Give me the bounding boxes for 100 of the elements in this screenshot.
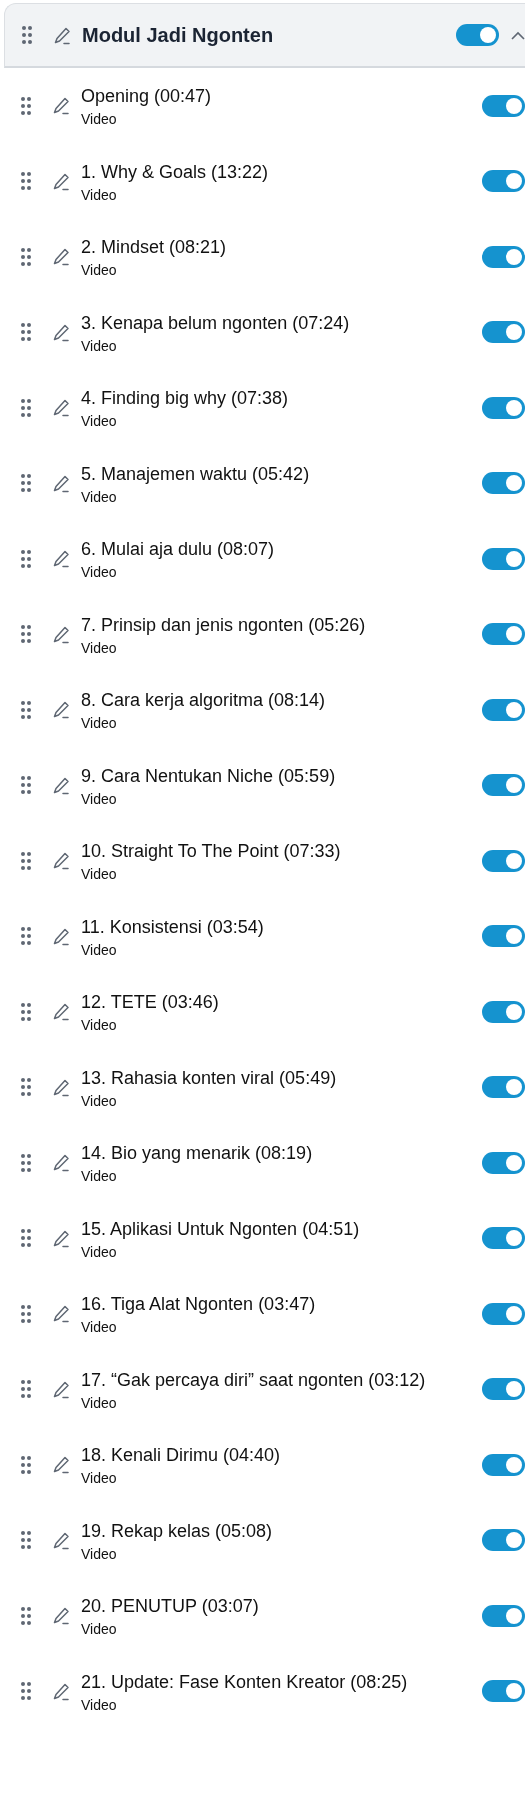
edit-icon[interactable] xyxy=(52,1455,71,1475)
toggle-switch[interactable] xyxy=(482,1151,525,1174)
drag-handle-icon[interactable] xyxy=(20,1001,32,1022)
toggle-switch[interactable] xyxy=(482,472,525,495)
lesson-type: Video xyxy=(81,487,118,506)
module-title: Modul Jadi Ngonten xyxy=(82,23,275,48)
drag-handle-icon[interactable] xyxy=(20,548,32,569)
edit-icon[interactable] xyxy=(52,1606,71,1626)
toggle-switch[interactable] xyxy=(482,1378,525,1401)
toggle-switch[interactable] xyxy=(482,925,525,948)
lesson-title: 9. Cara Nentukan Niche (05:59) xyxy=(81,764,337,788)
lesson-title: 19. Rekap kelas (05:08) xyxy=(81,1519,274,1543)
lesson-type: Video xyxy=(81,1091,118,1110)
toggle-switch[interactable] xyxy=(482,1604,525,1627)
edit-icon[interactable] xyxy=(52,1379,71,1399)
chevron-up-icon[interactable] xyxy=(511,30,525,40)
lesson-title: 15. Aplikasi Untuk Ngonten (04:51) xyxy=(81,1217,361,1241)
edit-icon[interactable] xyxy=(52,171,71,191)
lesson-type: Video xyxy=(81,1016,118,1035)
lesson-type: Video xyxy=(81,412,118,431)
toggle-switch[interactable] xyxy=(482,849,525,872)
edit-icon[interactable] xyxy=(53,25,72,45)
lesson-type: Video xyxy=(81,1242,118,1261)
toggle-switch[interactable] xyxy=(482,321,525,344)
edit-icon[interactable] xyxy=(52,96,71,116)
toggle-switch[interactable] xyxy=(456,24,499,46)
lesson-title: 2. Mindset (08:21) xyxy=(81,236,228,260)
drag-handle-icon[interactable] xyxy=(20,246,32,267)
toggle-switch[interactable] xyxy=(482,1302,525,1325)
lesson-title: 5. Manajemen waktu (05:42) xyxy=(81,462,311,486)
drag-handle-icon[interactable] xyxy=(21,25,33,45)
toggle-switch[interactable] xyxy=(482,698,525,721)
lesson-type: Video xyxy=(81,110,118,129)
edit-icon[interactable] xyxy=(52,322,71,342)
lesson-type: Video xyxy=(81,940,118,959)
drag-handle-icon[interactable] xyxy=(20,1303,32,1324)
drag-handle-icon[interactable] xyxy=(20,775,32,796)
drag-handle-icon[interactable] xyxy=(20,699,32,720)
edit-icon[interactable] xyxy=(52,473,71,493)
lesson-title: 7. Prinsip dan jenis ngonten (05:26) xyxy=(81,613,367,637)
edit-icon[interactable] xyxy=(52,851,71,871)
drag-handle-icon[interactable] xyxy=(20,1530,32,1551)
toggle-switch[interactable] xyxy=(482,1227,525,1250)
lesson-type: Video xyxy=(81,336,118,355)
drag-handle-icon[interactable] xyxy=(20,473,32,494)
toggle-switch[interactable] xyxy=(482,170,525,193)
toggle-switch[interactable] xyxy=(482,623,525,646)
lesson-title: 12. TETE (03:46) xyxy=(81,991,220,1015)
drag-handle-icon[interactable] xyxy=(20,95,32,116)
lesson-title: 21. Update: Fase Konten Kreator (08:25) xyxy=(81,1670,409,1694)
drag-handle-icon[interactable] xyxy=(20,1379,32,1400)
edit-icon[interactable] xyxy=(52,700,71,720)
toggle-switch[interactable] xyxy=(482,547,525,570)
drag-handle-icon[interactable] xyxy=(20,926,32,947)
edit-icon[interactable] xyxy=(52,1304,71,1324)
lesson-type: Video xyxy=(81,1393,118,1412)
toggle-switch[interactable] xyxy=(482,94,525,117)
drag-handle-icon[interactable] xyxy=(20,397,32,418)
edit-icon[interactable] xyxy=(52,398,71,418)
lesson-title: 6. Mulai aja dulu (08:07) xyxy=(81,538,276,562)
lesson-type: Video xyxy=(81,714,118,733)
toggle-switch[interactable] xyxy=(482,1680,525,1703)
lesson-title: 17. “Gak percaya diri” saat ngonten (03:12) xyxy=(81,1368,427,1392)
edit-icon[interactable] xyxy=(52,1153,71,1173)
drag-handle-icon[interactable] xyxy=(20,171,32,192)
lesson-type: Video xyxy=(81,1469,118,1488)
toggle-switch[interactable] xyxy=(482,1076,525,1099)
drag-handle-icon[interactable] xyxy=(20,1681,32,1702)
toggle-switch[interactable] xyxy=(482,774,525,797)
edit-icon[interactable] xyxy=(52,1530,71,1550)
drag-handle-icon[interactable] xyxy=(20,1454,32,1475)
edit-icon[interactable] xyxy=(52,1228,71,1248)
lesson-title: Opening (00:47) xyxy=(81,85,213,109)
drag-handle-icon[interactable] xyxy=(20,1077,32,1098)
edit-icon[interactable] xyxy=(52,549,71,569)
drag-handle-icon[interactable] xyxy=(20,322,32,343)
edit-icon[interactable] xyxy=(52,624,71,644)
drag-handle-icon[interactable] xyxy=(20,624,32,645)
lesson-title: 1. Why & Goals (13:22) xyxy=(81,160,270,184)
lesson-type: Video xyxy=(81,563,118,582)
edit-icon[interactable] xyxy=(52,1002,71,1022)
drag-handle-icon[interactable] xyxy=(20,1152,32,1173)
edit-icon[interactable] xyxy=(52,926,71,946)
toggle-switch[interactable] xyxy=(482,396,525,419)
toggle-switch[interactable] xyxy=(482,1000,525,1023)
toggle-switch[interactable] xyxy=(482,1453,525,1476)
drag-handle-icon[interactable] xyxy=(20,1228,32,1249)
edit-icon[interactable] xyxy=(52,775,71,795)
toggle-switch[interactable] xyxy=(482,245,525,268)
lesson-title: 3. Kenapa belum ngonten (07:24) xyxy=(81,311,351,335)
lesson-type: Video xyxy=(81,789,118,808)
edit-icon[interactable] xyxy=(52,1077,71,1097)
edit-icon[interactable] xyxy=(52,1681,71,1701)
drag-handle-icon[interactable] xyxy=(20,1605,32,1626)
toggle-switch[interactable] xyxy=(482,1529,525,1552)
lesson-type: Video xyxy=(81,638,118,657)
drag-handle-icon[interactable] xyxy=(20,850,32,871)
edit-icon[interactable] xyxy=(52,247,71,267)
lesson-type: Video xyxy=(81,1167,118,1186)
lesson-title: 8. Cara kerja algoritma (08:14) xyxy=(81,689,327,713)
